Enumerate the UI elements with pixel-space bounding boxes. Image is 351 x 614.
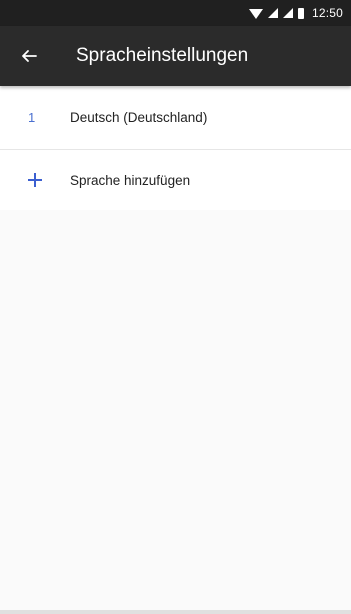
add-language-label: Sprache hinzufügen xyxy=(70,172,191,188)
arrow-left-icon xyxy=(22,50,37,62)
status-bar: 12:50 xyxy=(0,0,351,26)
plus-icon xyxy=(28,173,42,187)
language-item[interactable]: 1 Deutsch (Deutschland) xyxy=(0,86,351,150)
clock: 12:50 xyxy=(311,6,343,20)
toolbar: Spracheinstellungen xyxy=(0,26,351,86)
language-index: 1 xyxy=(28,110,36,125)
empty-area xyxy=(0,215,351,610)
signal-icon xyxy=(282,8,293,18)
screen: 12:50 Spracheinstellungen 1 Deutsch (Deu… xyxy=(0,0,351,614)
add-language-button[interactable]: Sprache hinzufügen xyxy=(0,150,351,210)
bottom-edge xyxy=(0,610,351,614)
language-label: Deutsch (Deutschland) xyxy=(70,110,208,125)
wifi-icon xyxy=(248,9,263,19)
signal-icon xyxy=(267,8,278,18)
battery-icon xyxy=(297,7,304,19)
back-button[interactable] xyxy=(0,26,58,86)
page-title: Spracheinstellungen xyxy=(76,45,249,66)
language-list: 1 Deutsch (Deutschland) Sprache hinzufüg… xyxy=(0,86,351,210)
